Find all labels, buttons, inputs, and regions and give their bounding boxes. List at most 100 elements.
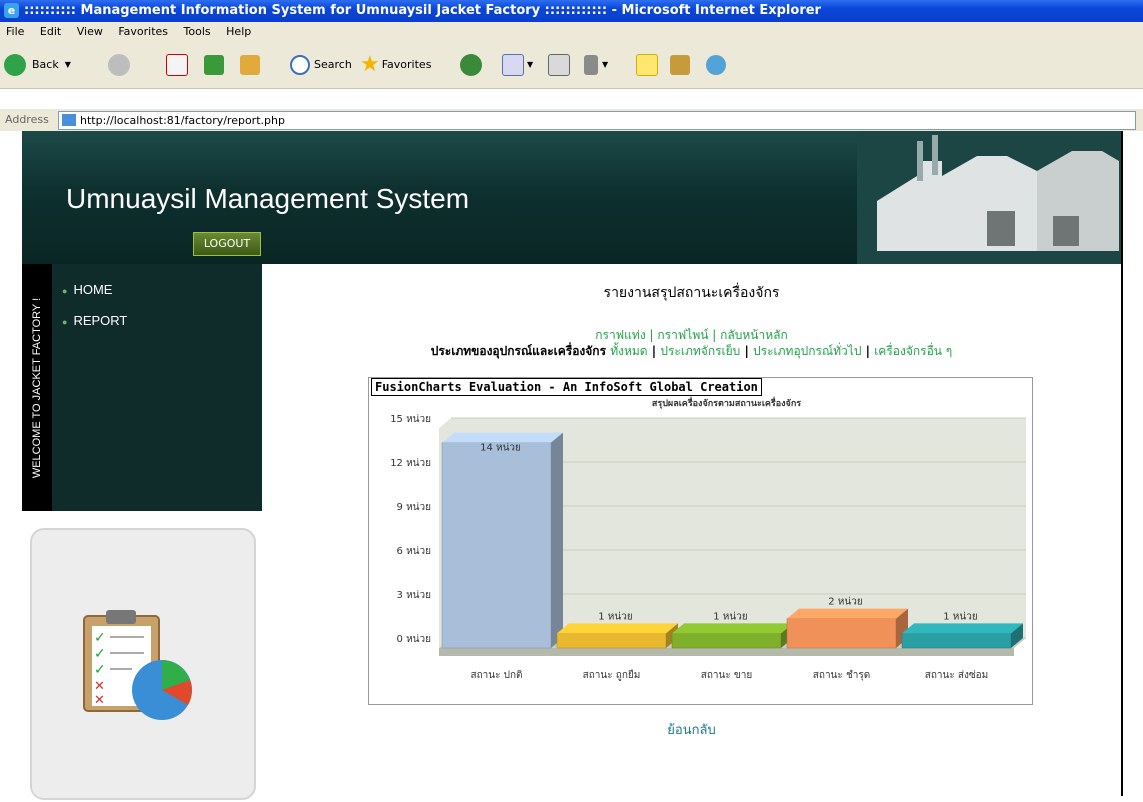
svg-text:✓: ✓ [94,646,106,662]
y-tick-label: 6 หน่วย [397,546,431,557]
data-label: 1 หน่วย [713,611,747,622]
search-button[interactable]: Search [290,52,352,78]
history-button[interactable] [460,52,482,78]
nav-item-report[interactable]: ● REPORT [62,313,127,328]
discuss-button[interactable] [636,52,658,78]
y-tick-label: 0 หน่วย [397,634,431,645]
category-label: สถานะ ขาย [701,670,752,681]
favorites-star-icon: ★ [360,52,380,77]
link-sewing-machines[interactable]: ประเภทจักรเย็บ [660,344,740,358]
svg-text:✓: ✓ [94,630,106,646]
category-label: สถานะ ถูกยืม [583,669,641,681]
welcome-text: WELCOME TO JACKET FACTORY ! [31,297,43,479]
equipment-type-label: ประเภทของอุปกรณ์และเครื่องจักร [430,344,607,358]
sidebar: WELCOME TO JACKET FACTORY ! ● HOME ● REPOR… [22,264,262,511]
back-link[interactable]: ย้อนกลับ [262,719,1121,740]
ie-logo-icon: e [4,3,19,18]
link-bar-chart[interactable]: กราฟแท่ง [595,328,645,342]
bar-top [672,623,793,634]
data-label: 2 หน่วย [828,597,862,608]
menu-favorites[interactable]: Favorites [118,25,168,38]
nav-report-label: REPORT [73,313,128,328]
address-bar: Address http://localhost:81/factory/repo… [0,108,1143,131]
link-all[interactable]: ทั้งหมด [610,344,647,358]
note-icon [636,54,658,76]
search-icon [290,55,310,75]
menu-edit[interactable]: Edit [40,25,61,38]
favorites-button[interactable]: ★ Favorites [360,52,431,78]
edit-dropdown-icon: ▼ [602,60,609,69]
back-button[interactable]: Back ▼ [4,52,71,78]
menu-bar: File Edit View Favorites Tools Help [0,22,1143,42]
site-brand: Umnuaysil Management System [66,183,470,214]
bar [441,442,552,649]
main-content: รายงานสรุปสถานะเครื่องจักร กราฟแท่ง | กร… [262,264,1121,796]
y-tick-label: 12 หน่วย [390,458,431,469]
data-label: 14 หน่วย [480,443,521,454]
header-banner: Umnuaysil Management System LOGOUT [22,131,1121,264]
bar-top [557,623,678,634]
menu-file[interactable]: File [6,25,24,38]
logout-button[interactable]: LOGOUT [193,232,261,256]
menu-tools[interactable]: Tools [184,25,211,38]
history-icon [460,54,482,76]
equipment-type-links: ประเภทของอุปกรณ์และเครื่องจักร ทั้งหมด |… [430,344,953,358]
home-icon [240,55,260,75]
data-label: 1 หน่วย [943,611,977,622]
y-tick-label: 9 หน่วย [397,502,431,513]
address-url: http://localhost:81/factory/report.php [80,114,285,127]
link-general-equipment[interactable]: ประเภทอุปกรณ์ทั่วไป [753,344,861,358]
bar-top [442,432,563,443]
edit-icon [584,55,598,75]
fusioncharts-watermark: FusionCharts Evaluation - An InfoSoft Gl… [371,378,762,396]
bar-top [787,608,908,619]
mail-button[interactable]: ▼ [502,52,533,78]
forward-arrow-icon [108,54,130,76]
address-label: Address [5,113,49,126]
bar-chart: สรุปผลเครื่องจักรตามสถานะเครื่องจักร 0 หน… [390,396,1026,681]
svg-text:✓: ✓ [94,662,106,678]
window-title: :::::::::: Management Information System… [24,3,821,18]
chart-title: สรุปผลเครื่องจักรตามสถานะเครื่องจักร [652,396,801,409]
favorites-label: Favorites [381,58,432,71]
factory-illustration [857,131,1121,264]
link-home-page[interactable]: กลับหน้าหลัก [720,328,788,342]
window-left-edge [0,131,24,796]
chart-container: สรุปผลเครื่องจักรตามสถานะเครื่องจักร 0 หน… [368,377,1033,705]
home-button[interactable] [240,52,260,78]
nav-home-label: HOME [73,282,113,297]
category-label: สถานะ ชำรุด [813,670,870,681]
link-pie-chart[interactable]: กราฟไพน์ [657,328,708,342]
bar-side [551,432,563,648]
refresh-button[interactable] [204,52,224,78]
y-tick-label: 3 หน่วย [397,590,431,601]
menu-view[interactable]: View [77,25,103,38]
stop-button[interactable] [166,52,188,78]
bullet-icon: ● [62,317,68,327]
mail-icon [502,54,524,76]
back-label: Back [32,58,59,71]
clipboard-chart-icon: ✓ ✓ ✓ ✕ ✕ [83,610,192,720]
messenger-button[interactable] [706,52,726,78]
forward-button[interactable] [108,52,130,78]
print-button[interactable] [548,52,570,78]
chart-floor-edge [439,648,1014,656]
edit-button[interactable]: ▼ [584,52,608,78]
back-arrow-icon [4,54,26,76]
svg-text:✕: ✕ [94,693,105,708]
menu-help[interactable]: Help [226,25,251,38]
web-page: Umnuaysil Management System LOGOUT WELCO… [22,131,1121,800]
address-input[interactable]: http://localhost:81/factory/report.php [58,111,1136,130]
bar [556,633,667,649]
data-label: 1 หน่วย [598,611,632,622]
welcome-strip: WELCOME TO JACKET FACTORY ! [22,264,52,511]
nav-item-home[interactable]: ● HOME [62,282,112,297]
stop-icon [166,54,188,76]
bullet-icon: ● [62,286,68,296]
research-button[interactable] [670,52,690,78]
link-other-machines[interactable]: เครื่องจักรอื่น ๆ [874,344,952,358]
search-label: Search [314,58,352,71]
category-label: สถานะ ส่งซ่อม [925,670,989,681]
books-icon [670,55,690,75]
messenger-icon [706,55,726,75]
